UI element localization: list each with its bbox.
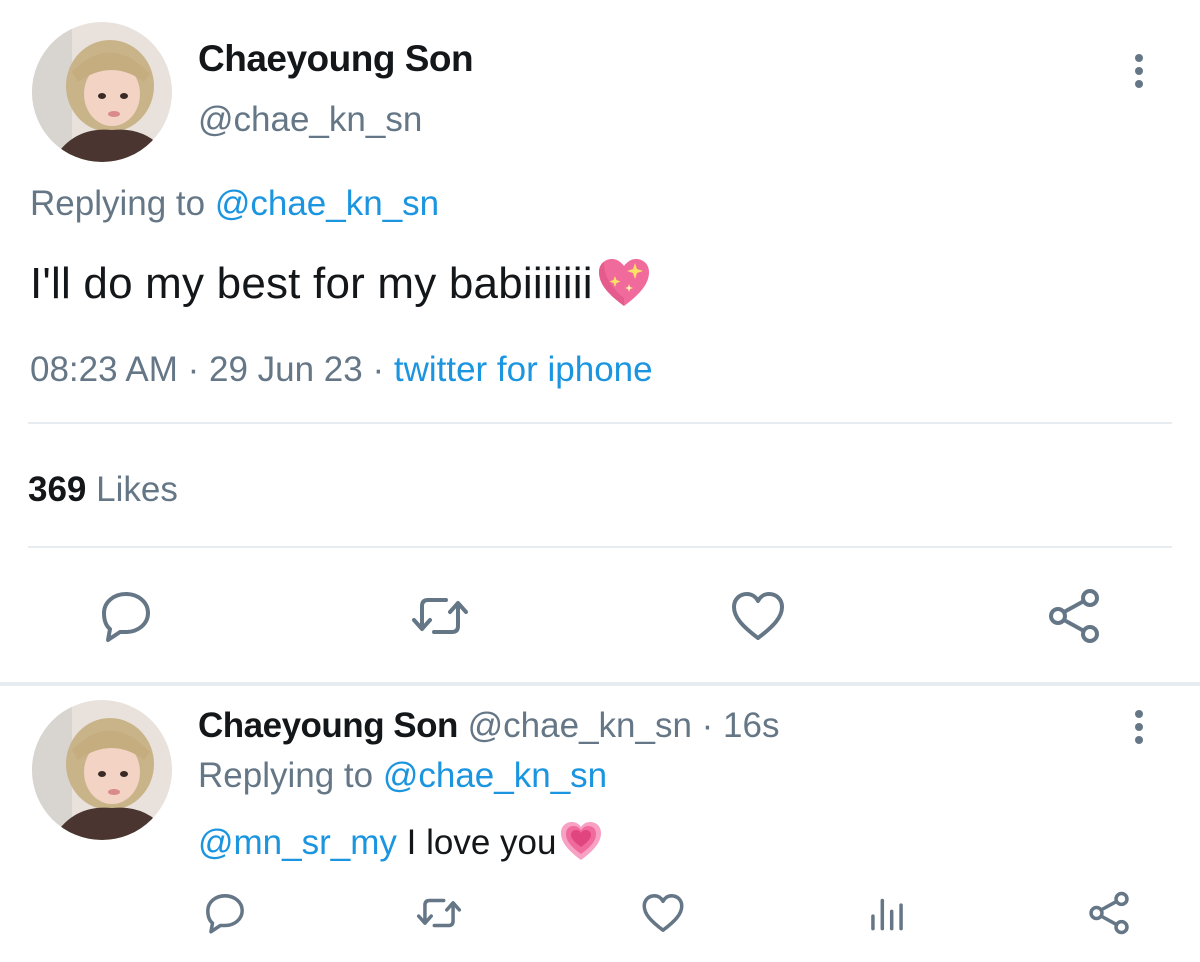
retweet-icon [416, 898, 462, 928]
growing-heart-icon [558, 818, 604, 864]
meta-separator: · [362, 350, 394, 389]
like-button[interactable] [638, 888, 688, 938]
stats-icon [871, 898, 903, 931]
more-options-icon[interactable] [1124, 52, 1154, 92]
replying-to-link[interactable]: @chae_kn_sn [215, 184, 439, 223]
mention-link[interactable]: @mn_sr_my [198, 823, 397, 862]
replying-to-line: Replying to @chae_kn_sn [198, 756, 607, 796]
reply-author-handle[interactable]: @chae_kn_sn [468, 706, 692, 745]
tweet-text: I'll do my best for my babiiiiiii [30, 254, 653, 312]
sparkling-heart-icon [595, 254, 653, 312]
reply-author-name[interactable]: Chaeyoung Son [198, 706, 458, 745]
reply-age[interactable]: 16s [723, 706, 779, 745]
share-button[interactable] [1042, 584, 1106, 648]
reply-header: Chaeyoung Son @chae_kn_sn · 16s [198, 706, 779, 746]
replying-to-link[interactable]: @chae_kn_sn [383, 756, 607, 795]
reply-icon [206, 894, 244, 934]
like-icon [642, 894, 684, 932]
like-button[interactable] [726, 584, 790, 648]
share-icon [1049, 589, 1099, 643]
replying-to-line: Replying to @chae_kn_sn [30, 184, 439, 224]
avatar-image [32, 22, 172, 162]
reply-author-avatar[interactable] [32, 700, 172, 840]
tweet-date[interactable]: 29 Jun 23 [209, 350, 363, 389]
author-handle[interactable]: @chae_kn_sn [198, 100, 422, 140]
avatar-image [32, 700, 172, 840]
replying-prefix: Replying to [198, 756, 374, 795]
retweet-button[interactable] [414, 888, 464, 938]
more-options-icon[interactable] [1124, 708, 1154, 748]
reply-button[interactable] [94, 584, 158, 648]
share-icon [1089, 891, 1129, 935]
reply-button[interactable] [200, 888, 250, 938]
author-name[interactable]: Chaeyoung Son [198, 38, 474, 80]
likes-count-link[interactable]: 369 Likes [28, 470, 178, 510]
reply-text: @mn_sr_my I love you [198, 818, 604, 864]
header-separator: · [691, 706, 724, 745]
reply-icon [102, 592, 150, 642]
retweet-icon [412, 598, 468, 634]
divider [28, 546, 1172, 548]
meta-separator: · [177, 350, 209, 389]
view-stats-button[interactable] [862, 888, 912, 938]
retweet-button[interactable] [408, 584, 472, 648]
like-icon [732, 592, 784, 640]
tweet-meta: 08:23 AM · 29 Jun 23 · twitter for iphon… [30, 350, 653, 390]
likes-label: Likes [96, 470, 178, 509]
tweet-time[interactable]: 08:23 AM [30, 350, 178, 389]
replying-prefix: Replying to [30, 184, 206, 223]
tweet-body: I'll do my best for my babiiiiiii [30, 259, 593, 308]
likes-count: 369 [28, 470, 87, 509]
tweet-source-link[interactable]: twitter for iphone [394, 350, 653, 389]
reply-body: I love you [406, 823, 557, 862]
section-divider [0, 682, 1200, 686]
divider [28, 422, 1172, 424]
share-button[interactable] [1084, 888, 1134, 938]
author-avatar[interactable] [32, 22, 172, 162]
